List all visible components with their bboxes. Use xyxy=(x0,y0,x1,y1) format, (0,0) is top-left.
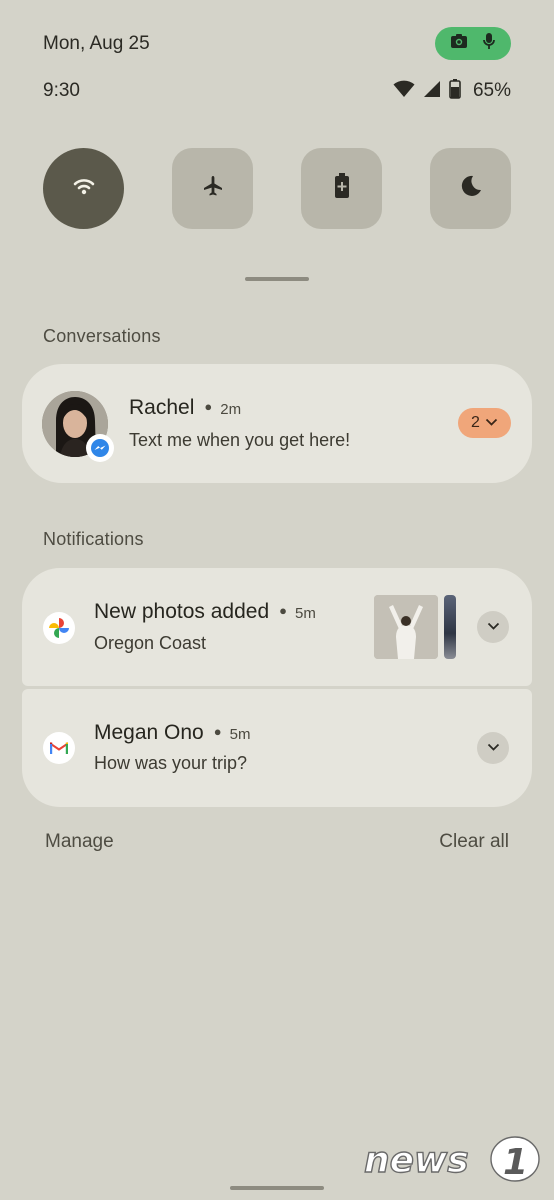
message-count: 2 xyxy=(471,414,480,431)
chevron-down-icon xyxy=(485,414,498,432)
qs-tile-battery-saver[interactable] xyxy=(301,148,382,229)
news1-watermark-logo: news 1 xyxy=(362,1134,542,1184)
camera-icon xyxy=(450,33,468,54)
battery-icon xyxy=(449,78,461,104)
notification-shade: Mon, Aug 25 9:30 65% Conversations Rache… xyxy=(0,0,554,1200)
clear-all-button[interactable]: Clear all xyxy=(439,831,509,853)
privacy-indicator-chip[interactable] xyxy=(435,27,511,60)
conversation-card[interactable]: Rachel ● 2m Text me when you get here! 2 xyxy=(22,364,532,483)
notification-card[interactable]: Megan Ono ● 5m How was your trip? xyxy=(22,689,532,807)
notification-title: Megan Ono xyxy=(94,721,204,744)
google-photos-icon xyxy=(43,612,75,644)
svg-text:1: 1 xyxy=(503,1142,528,1183)
conversation-time: 2m xyxy=(220,401,242,418)
qs-tile-wifi[interactable] xyxy=(43,148,124,229)
qs-tile-dark-theme[interactable] xyxy=(430,148,511,229)
notification-title: New photos added xyxy=(94,600,270,623)
moon-icon xyxy=(459,174,483,203)
chevron-down-icon xyxy=(487,618,500,636)
photo-thumbnail[interactable] xyxy=(444,595,456,659)
notifications-section-label: Notifications xyxy=(43,529,144,549)
separator-dot: ● xyxy=(213,724,222,739)
wifi-icon xyxy=(393,80,415,103)
microphone-icon xyxy=(482,32,496,55)
battery-percent: 65% xyxy=(472,80,511,101)
conversations-section-label: Conversations xyxy=(43,326,161,346)
expand-button[interactable] xyxy=(477,732,509,764)
svg-text:news: news xyxy=(364,1140,469,1181)
date-label: Mon, Aug 25 xyxy=(43,33,150,54)
cellular-signal-icon xyxy=(423,80,441,103)
message-count-expand-chip[interactable]: 2 xyxy=(458,408,511,438)
clock-label: 9:30 xyxy=(43,80,80,101)
photo-thumbnail[interactable] xyxy=(374,595,438,659)
navigation-gesture-bar[interactable] xyxy=(230,1186,324,1190)
conversation-message: Text me when you get here! xyxy=(129,430,351,450)
notification-time: 5m xyxy=(295,605,316,622)
conversation-sender: Rachel xyxy=(129,396,195,419)
separator-dot: ● xyxy=(279,603,287,618)
chevron-down-icon xyxy=(487,739,500,757)
qs-tile-airplane-mode[interactable] xyxy=(172,148,253,229)
airplane-icon xyxy=(201,174,225,203)
messenger-icon xyxy=(86,434,114,462)
notification-subtitle: How was your trip? xyxy=(94,753,248,773)
gmail-icon xyxy=(43,732,75,764)
manage-button[interactable]: Manage xyxy=(45,831,114,853)
expand-button[interactable] xyxy=(477,611,509,643)
status-icons: 65% xyxy=(393,78,511,104)
notification-card[interactable]: New photos added ● 5m Oregon Coast xyxy=(22,568,532,686)
battery-saver-icon xyxy=(334,173,350,204)
notification-time: 5m xyxy=(229,726,251,743)
notification-subtitle: Oregon Coast xyxy=(94,633,207,653)
wifi-icon xyxy=(72,176,96,201)
shade-drag-handle[interactable] xyxy=(245,277,309,281)
separator-dot: ● xyxy=(204,399,213,414)
